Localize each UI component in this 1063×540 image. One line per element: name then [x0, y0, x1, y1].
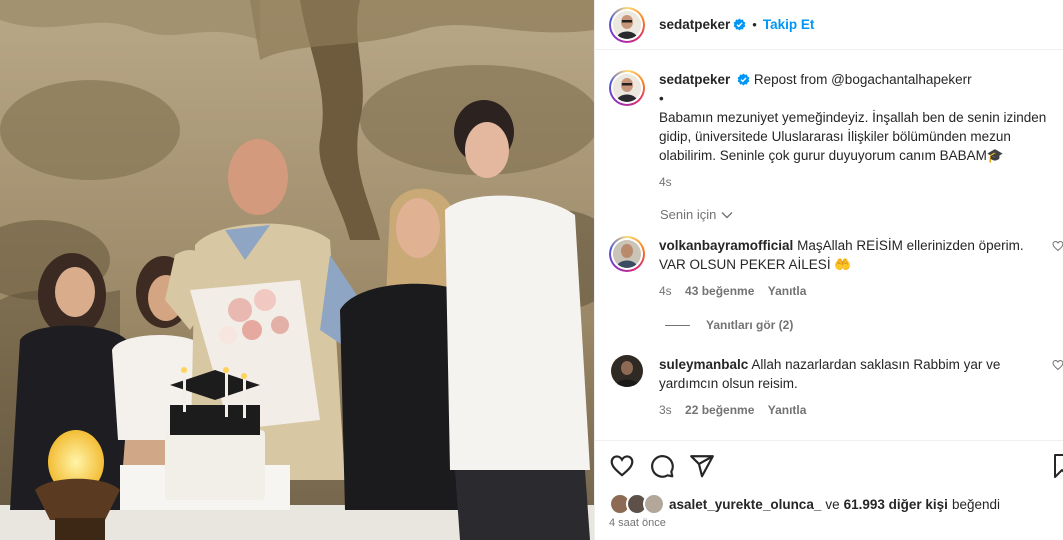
repost-text: Repost from @bogachantalhapekerr — [753, 72, 972, 87]
follow-button[interactable]: Takip Et — [763, 17, 815, 32]
liker-avatar — [643, 493, 665, 515]
comment-age[interactable]: 4s — [659, 284, 672, 298]
post-caption: sedatpeker Repost from @bogachantalhapek… — [609, 70, 1063, 189]
view-replies-label: Yanıtları gör (2) — [706, 318, 794, 332]
likes-others-count[interactable]: 61.993 diğer kişi — [844, 497, 948, 512]
caption-line: gidip, üniversitede Uluslararası İlişkil… — [659, 129, 1011, 144]
commenter-username[interactable]: volkanbayramofficial — [659, 238, 793, 253]
instagram-post-view: sedatpeker • Takip Et sedatpeker Repost … — [0, 0, 1063, 540]
commenter-username[interactable]: suleymanbalc — [659, 357, 748, 372]
family-celebration-photo — [0, 0, 594, 540]
separator-dot: • — [752, 17, 757, 32]
comment-like-count[interactable]: 22 beğenme — [685, 403, 754, 417]
caption-author-avatar[interactable] — [609, 70, 645, 106]
bookmark-icon[interactable] — [1052, 453, 1063, 479]
likes-connector: ve — [825, 496, 840, 512]
post-header: sedatpeker • Takip Et — [595, 0, 1063, 50]
comment-heart-icon[interactable] — [1052, 359, 1063, 371]
avatar-image — [613, 74, 641, 102]
comment-text: Allah nazarlardan saklasın Rabbim yar ve — [751, 357, 1001, 372]
sorting-label: Senin için — [660, 207, 717, 222]
comment-item: volkanbayramofficial MaşAllah REİSİM ell… — [609, 236, 1063, 298]
reply-button[interactable]: Yanıtla — [768, 284, 807, 298]
commenter-avatar[interactable] — [611, 355, 643, 387]
post-side-panel: sedatpeker • Takip Et sedatpeker Repost … — [594, 0, 1063, 540]
share-icon[interactable] — [689, 453, 715, 479]
reply-button[interactable]: Yanıtla — [768, 403, 807, 417]
chevron-down-icon — [721, 211, 733, 218]
liker-avatars[interactable] — [609, 493, 667, 515]
comment-heart-icon[interactable] — [1052, 240, 1063, 252]
author-username[interactable]: sedatpeker — [659, 17, 730, 32]
comment-age[interactable]: 3s — [659, 403, 672, 417]
likes-suffix: beğendi — [951, 496, 1000, 512]
verified-badge-icon — [733, 18, 746, 31]
heart-icon[interactable] — [609, 453, 635, 479]
comment-text: VAR OLSUN PEKER AİLESİ 🤲 — [659, 257, 852, 272]
caption-line: olabilirim. Seninle çok gurur duyuyorum … — [659, 148, 1004, 163]
avatar-image — [613, 10, 641, 39]
verified-badge-icon — [737, 73, 750, 86]
post-actions-section: asalet_yurekte_olunca_ ve 61.993 diğer k… — [595, 440, 1063, 529]
view-replies-button[interactable]: Yanıtları gör (2) — [665, 318, 793, 332]
caption-bullet: • — [659, 91, 664, 106]
comment-icon[interactable] — [649, 453, 675, 479]
replies-rule — [665, 324, 690, 326]
caption-age[interactable]: 4s — [659, 175, 1059, 189]
caption-author-username[interactable]: sedatpeker — [659, 72, 730, 87]
avatar-image — [613, 240, 641, 268]
liker-username[interactable]: asalet_yurekte_olunca_ — [669, 497, 821, 512]
comment-like-count[interactable]: 43 beğenme — [685, 284, 754, 298]
avatar-image — [611, 355, 643, 387]
post-photo[interactable] — [0, 0, 594, 540]
comment-sorting-dropdown[interactable]: Senin için — [660, 207, 733, 222]
author-avatar[interactable] — [609, 6, 645, 43]
comment-item: suleymanbalc Allah nazarlardan saklasın … — [609, 355, 1063, 417]
caption-line: Babamın mezuniyet yemeğindeyiz. İnşallah… — [659, 110, 1047, 125]
commenter-avatar[interactable] — [609, 236, 645, 272]
likes-summary: asalet_yurekte_olunca_ ve 61.993 diğer k… — [609, 493, 1000, 515]
comment-text: MaşAllah REİSİM ellerinizden öperim. — [797, 238, 1024, 253]
post-timestamp[interactable]: 4 saat önce — [609, 517, 666, 529]
comment-text: yardımcın olsun reisim. — [659, 376, 798, 391]
